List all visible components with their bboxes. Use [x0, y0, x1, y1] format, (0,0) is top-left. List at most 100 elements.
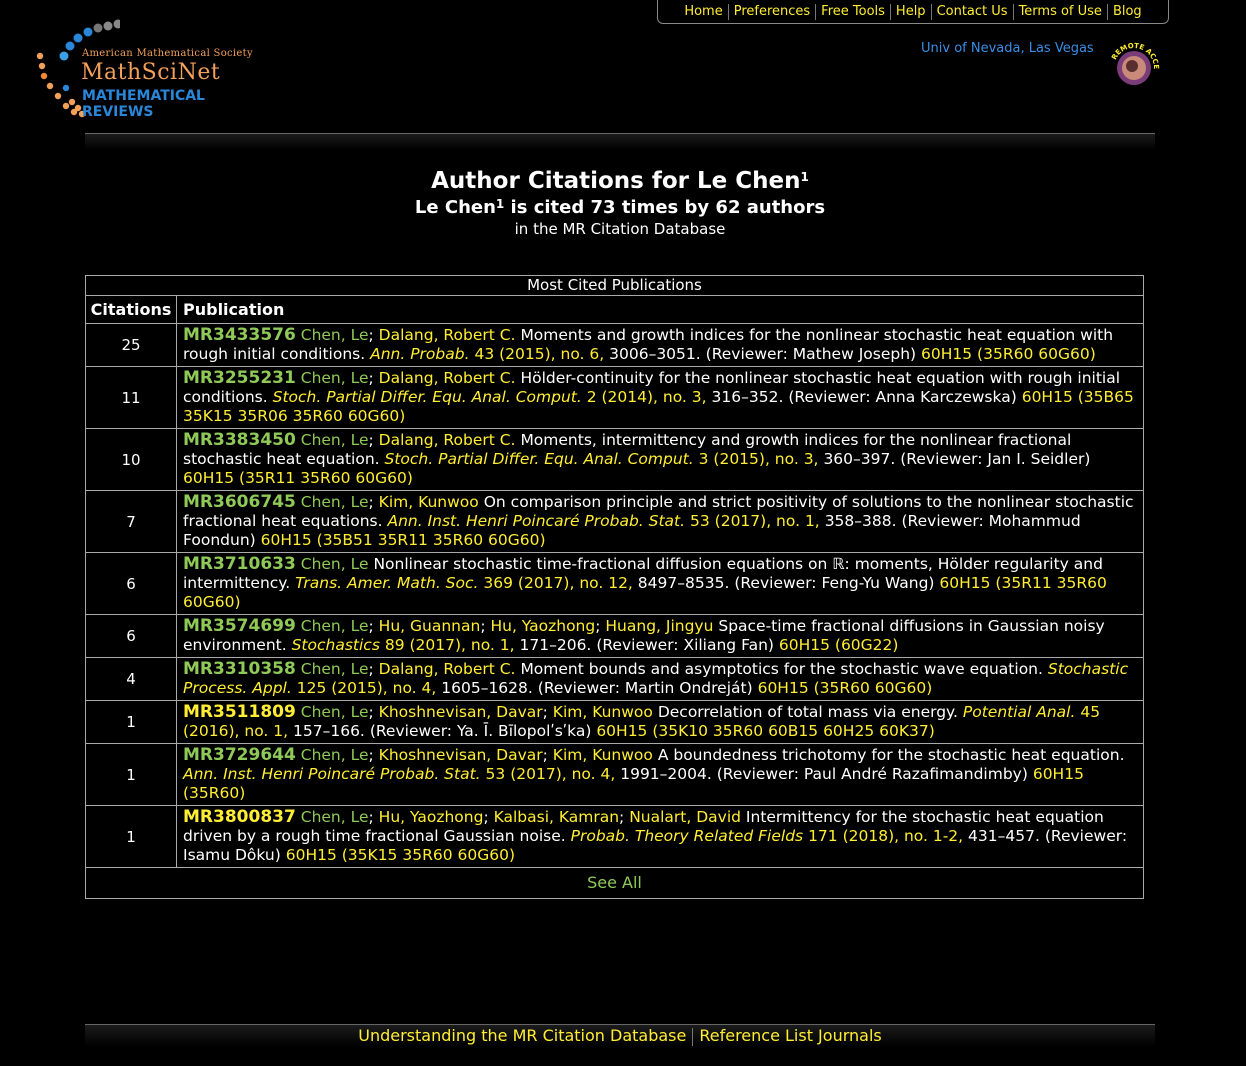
msc-class-link[interactable]: 60H15 (35R60 60G60) [921, 345, 1096, 363]
author-link[interactable]: Hu, Yaozhong [379, 808, 484, 826]
page-range: 360–397. [823, 450, 896, 468]
author-link[interactable]: Dalang, Robert C. [379, 431, 516, 449]
see-all-link[interactable]: See All [587, 873, 642, 892]
table-row: 1 MR3729644 Chen, Le; Khoshnevisan, Davar… [85, 743, 1144, 806]
citation-count: 6 [85, 552, 177, 615]
mr-number-link[interactable]: MR3255231 [183, 368, 296, 388]
reviewer: (Reviewer: Feng-Yu Wang) [734, 574, 935, 592]
journal-issue-link[interactable]: 2 (2014), no. 3, [587, 388, 707, 406]
page-range: 1991–2004. [620, 765, 712, 783]
author-link[interactable]: Khoshnevisan, Davar [379, 703, 543, 721]
author-link[interactable]: Chen, Le [301, 617, 369, 635]
table-row: 25 MR3433576 Chen, Le; Dalang, Robert C. … [85, 323, 1144, 367]
journal-link[interactable]: Ann. Inst. Henri Poincaré Probab. Stat. [183, 765, 481, 783]
msc-class-link[interactable]: 60H15 (35K10 35R60 60B15 60H25 60K37) [596, 722, 934, 740]
journal-issue-link[interactable]: 171 (2018), no. 1-2, [808, 827, 963, 845]
journal-link[interactable]: Probab. Theory Related Fields [571, 827, 804, 845]
reviewer: (Reviewer: Jan I. Seidler) [900, 450, 1091, 468]
author-link[interactable]: Hu, Guannan [379, 617, 481, 635]
mr-number-link[interactable]: MR3310358 [183, 659, 296, 679]
nav-terms-of-use[interactable]: Terms of Use [1014, 3, 1108, 20]
nav-home[interactable]: Home [679, 3, 729, 20]
reviewer: (Reviewer: Anna Karczewska) [788, 388, 1017, 406]
nav-help[interactable]: Help [891, 3, 932, 20]
journal-link[interactable]: Potential Anal. [963, 703, 1076, 721]
footer-link[interactable]: Understanding the MR Citation Database [352, 1026, 692, 1045]
author-link[interactable]: Chen, Le [301, 555, 369, 573]
reviewer: (Reviewer: Ya. Ī. Bīlopolʹsʹka) [369, 722, 592, 740]
author-link[interactable]: Kim, Kunwoo [553, 746, 653, 764]
mr-number-link[interactable]: MR3729644 [183, 745, 296, 765]
mr-number-link[interactable]: MR3574699 [183, 616, 296, 636]
journal-link[interactable]: Ann. Inst. Henri Poincaré Probab. Stat. [387, 512, 685, 530]
nav-free-tools[interactable]: Free Tools [816, 3, 891, 20]
nav-contact-us[interactable]: Contact Us [932, 3, 1014, 20]
journal-issue-link[interactable]: 53 (2017), no. 1, [690, 512, 820, 530]
author-link[interactable]: Hu, Yaozhong [490, 617, 595, 635]
journal-link[interactable]: Stoch. Partial Differ. Equ. Anal. Comput… [273, 388, 582, 406]
journal-issue-link[interactable]: 3 (2015), no. 3, [699, 450, 819, 468]
author-link[interactable]: Huang, Jingyu [605, 617, 713, 635]
author-link[interactable]: Dalang, Robert C. [379, 369, 516, 387]
author-link[interactable]: Kim, Kunwoo [379, 493, 479, 511]
publication-title: A boundedness trichotomy for the stochas… [657, 746, 1125, 764]
author-link[interactable]: Kim, Kunwoo [553, 703, 653, 721]
journal-issue-link[interactable]: 369 (2017), no. 12, [483, 574, 632, 592]
citation-count: 6 [85, 614, 177, 658]
logo-mathscinet-text: MathSciNet [81, 60, 221, 85]
mr-number-link[interactable]: MR3710633 [183, 554, 296, 574]
author-link[interactable]: Chen, Le [301, 326, 369, 344]
author-link[interactable]: Chen, Le [301, 660, 369, 678]
citation-count: 4 [85, 657, 177, 701]
author-link[interactable]: Khoshnevisan, Davar [379, 746, 543, 764]
reviewer: (Reviewer: Mathew Joseph) [705, 345, 917, 363]
reviewer: (Reviewer: Martin Ondreját) [537, 679, 753, 697]
journal-issue-link[interactable]: 53 (2017), no. 4, [486, 765, 616, 783]
mr-number-link[interactable]: MR3606745 [183, 492, 296, 512]
msc-class-link[interactable]: 60H15 (35R60 60G60) [758, 679, 933, 697]
citation-count: 1 [85, 743, 177, 806]
author-link[interactable]: Chen, Le [301, 703, 369, 721]
table-row: 1 MR3511809 Chen, Le; Khoshnevisan, Davar… [85, 700, 1144, 744]
mr-number-link[interactable]: MR3511809 [183, 702, 296, 722]
journal-link[interactable]: Stoch. Partial Differ. Equ. Anal. Comput… [385, 450, 694, 468]
journal-link[interactable]: Trans. Amer. Math. Soc. [295, 574, 478, 592]
journal-issue-link[interactable]: 125 (2015), no. 4, [297, 679, 437, 697]
author-link[interactable]: Nualart, David [629, 808, 741, 826]
journal-issue-link[interactable]: 43 (2015), no. 6, [474, 345, 604, 363]
mr-number-link[interactable]: MR3800837 [183, 807, 296, 827]
mr-number-link[interactable]: MR3383450 [183, 430, 296, 450]
institution-link[interactable]: Univ of Nevada, Las Vegas [921, 41, 1094, 56]
publication-cell: MR3729644 Chen, Le; Khoshnevisan, Davar;… [176, 743, 1144, 806]
database-note: in the MR Citation Database [514, 220, 726, 238]
msc-class-link[interactable]: 60H15 (35B51 35R11 35R60 60G60) [261, 531, 546, 549]
journal-issue-link[interactable]: 89 (2017), no. 1, [385, 636, 515, 654]
journal-link[interactable]: Stochastics [292, 636, 380, 654]
nav-preferences[interactable]: Preferences [729, 3, 817, 20]
author-link[interactable]: Chen, Le [301, 431, 369, 449]
citation-count: 11 [85, 366, 177, 429]
publication-title: Moment bounds and asymptotics for the st… [520, 660, 1043, 678]
journal-link[interactable]: Ann. Probab. [370, 345, 469, 363]
most-cited-table: Most Cited Publications Citations Public… [85, 275, 1144, 899]
footer-links: Understanding the MR Citation Database Re… [85, 1026, 1155, 1046]
msc-class-link[interactable]: 60H15 (35R11 35R60 60G60) [183, 469, 413, 487]
author-link[interactable]: Chen, Le [301, 808, 369, 826]
author-link[interactable]: Chen, Le [301, 746, 369, 764]
mr-number-link[interactable]: MR3433576 [183, 325, 296, 345]
mathscinet-logo[interactable]: American Mathematical Society MathSciNet… [30, 14, 270, 124]
footer-link[interactable]: Reference List Journals [693, 1026, 887, 1045]
author-link[interactable]: Chen, Le [301, 369, 369, 387]
author-link[interactable]: Kalbasi, Kamran [494, 808, 619, 826]
author-link[interactable]: Dalang, Robert C. [379, 660, 516, 678]
nav-blog[interactable]: Blog [1108, 4, 1147, 20]
reviewer: (Reviewer: Paul André Razafimandimby) [716, 765, 1028, 783]
author-link[interactable]: Chen, Le [301, 493, 369, 511]
remote-access-icon[interactable]: REMOTE ACCESS [1106, 40, 1162, 92]
author-link[interactable]: Dalang, Robert C. [379, 326, 516, 344]
table-row: 6 MR3574699 Chen, Le; Hu, Guannan; Hu, Ya… [85, 614, 1144, 658]
msc-class-link[interactable]: 60H15 (35K15 35R60 60G60) [286, 846, 515, 864]
publication-title: Decorrelation of total mass via energy. [657, 703, 958, 721]
table-row: 7 MR3606745 Chen, Le; Kim, Kunwoo On comp… [85, 490, 1144, 553]
msc-class-link[interactable]: 60H15 (60G22) [779, 636, 899, 654]
